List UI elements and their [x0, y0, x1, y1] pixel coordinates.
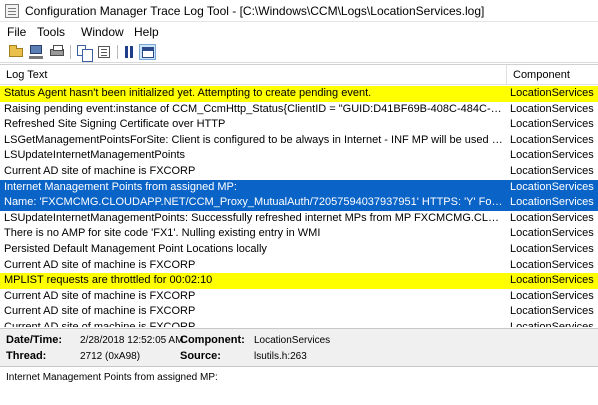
table-row[interactable]: Current AD site of machine is FXCORP Loca… — [0, 164, 598, 180]
log-text-cell: Raising pending event:instance of CCM_Cc… — [4, 102, 504, 115]
table-row[interactable]: Current AD site of machine is FXCORP Loca… — [0, 304, 598, 320]
open-folder-icon[interactable] — [8, 44, 25, 60]
title-bar: Configuration Manager Trace Log Tool - [… — [0, 0, 598, 22]
log-text-cell: Persisted Default Management Point Locat… — [4, 243, 267, 255]
thread-label: Thread: — [6, 350, 47, 362]
toolbar-separator — [70, 45, 71, 59]
grid-header: Log Text Component — [0, 65, 598, 85]
table-row[interactable]: Raising pending event:instance of CCM_Cc… — [0, 102, 598, 118]
component-cell: LocationServices — [510, 87, 594, 99]
table-row[interactable]: Name: 'FXCMCMG.CLOUDAPP.NET/CCM_Proxy_Mu… — [0, 195, 598, 211]
column-header-log-text[interactable]: Log Text — [6, 69, 47, 81]
component-cell: LocationServices — [510, 227, 594, 240]
component-cell: LocationServices — [510, 149, 594, 162]
table-row[interactable]: LSUpdateInternetManagementPoints Location… — [0, 148, 598, 164]
table-row[interactable]: LSUpdateInternetManagementPoints: Succes… — [0, 211, 598, 227]
source-label: Source: — [180, 350, 221, 362]
component-cell: LocationServices — [510, 258, 594, 271]
log-text-cell: LSUpdateInternetManagementPoints: Succes… — [4, 211, 504, 224]
log-text-cell: Status Agent hasn't been initialized yet… — [4, 87, 372, 99]
table-row[interactable]: Current AD site of machine is FXCORP Loca… — [0, 320, 598, 327]
log-text-cell: Name: 'FXCMCMG.CLOUDAPP.NET/CCM_Proxy_Mu… — [4, 196, 504, 209]
menu-window[interactable]: Window — [81, 25, 124, 39]
copy-icon[interactable] — [75, 44, 93, 62]
log-text-cell: Current AD site of machine is FXCORP — [4, 321, 196, 327]
table-row[interactable]: Refreshed Site Signing Certificate over … — [0, 117, 598, 133]
message-box[interactable]: Internet Management Points from assigned… — [0, 366, 598, 405]
component-cell: LocationServices — [510, 305, 594, 318]
table-row[interactable]: Current AD site of machine is FXCORP Loca… — [0, 258, 598, 274]
computer-icon[interactable] — [28, 44, 45, 60]
component-cell: LocationServices — [510, 274, 594, 287]
app-icon — [5, 4, 19, 18]
log-text-cell: Current AD site of machine is FXCORP — [4, 289, 196, 302]
column-header-component[interactable]: Component — [513, 69, 570, 81]
table-row[interactable]: Internet Management Points from assigned… — [0, 179, 598, 196]
table-row[interactable]: MPLIST requests are throttled for 00:02:… — [0, 273, 598, 289]
table-row[interactable]: LSGetManagementPointsForSite: Client is … — [0, 133, 598, 149]
message-text: Internet Management Points from assigned… — [6, 372, 218, 383]
pause-icon[interactable] — [121, 44, 138, 60]
table-row[interactable]: Current AD site of machine is FXCORP Loca… — [0, 289, 598, 305]
date-time-label: Date/Time: — [6, 334, 63, 346]
toolbar — [0, 41, 598, 63]
log-text-cell: LSUpdateInternetManagementPoints — [4, 149, 186, 162]
component-cell: LocationServices — [510, 211, 594, 224]
log-text-cell: There is no AMP for site code 'FX1'. Nul… — [4, 227, 321, 240]
component-cell: LocationServices — [510, 289, 594, 302]
component-cell: LocationServices — [510, 165, 594, 177]
component-cell: LocationServices — [510, 118, 594, 131]
log-text-cell: MPLIST requests are throttled for 00:02:… — [4, 274, 213, 287]
component-cell: LocationServices — [510, 180, 594, 193]
source-value: lsutils.h:263 — [254, 351, 307, 362]
log-text-cell: Current AD site of machine is FXCORP — [4, 305, 196, 318]
toolbar-separator — [117, 45, 118, 59]
menu-bar: File Tools Window Help — [0, 22, 598, 41]
menu-file[interactable]: File — [7, 25, 26, 39]
details-pane: Date/Time: 2/28/2018 12:52:05 AM Compone… — [0, 328, 598, 366]
print-icon[interactable] — [49, 44, 66, 60]
column-divider[interactable] — [506, 65, 507, 85]
component-value: LocationServices — [254, 335, 331, 346]
log-text-cell: Current AD site of machine is FXCORP — [4, 165, 196, 177]
menu-help[interactable]: Help — [134, 25, 159, 39]
component-cell: LocationServices — [510, 321, 594, 327]
table-row[interactable]: There is no AMP for site code 'FX1'. Nul… — [0, 226, 598, 242]
component-cell: LocationServices — [510, 102, 594, 115]
log-text-cell: Internet Management Points from assigned… — [4, 180, 237, 193]
component-cell: LocationServices — [510, 133, 594, 146]
menu-tools[interactable]: Tools — [37, 25, 65, 39]
log-text-cell: Current AD site of machine is FXCORP — [4, 258, 196, 271]
table-row[interactable]: Persisted Default Management Point Locat… — [0, 242, 598, 258]
window-title: Configuration Manager Trace Log Tool - [… — [25, 4, 485, 18]
thread-value: 2712 (0xA98) — [80, 351, 141, 362]
component-cell: LocationServices — [510, 196, 594, 209]
log-text-cell: LSGetManagementPointsForSite: Client is … — [4, 133, 504, 146]
component-cell: LocationServices — [510, 243, 594, 255]
log-text-cell: Refreshed Site Signing Certificate over … — [4, 118, 226, 131]
find-icon[interactable] — [96, 44, 113, 60]
table-row[interactable]: Status Agent hasn't been initialized yet… — [0, 86, 598, 102]
component-label: Component: — [180, 334, 245, 346]
window-icon[interactable] — [139, 44, 156, 60]
date-time-value: 2/28/2018 12:52:05 AM — [80, 335, 184, 346]
log-grid[interactable]: Log Text Component Status Agent hasn't b… — [0, 64, 598, 327]
